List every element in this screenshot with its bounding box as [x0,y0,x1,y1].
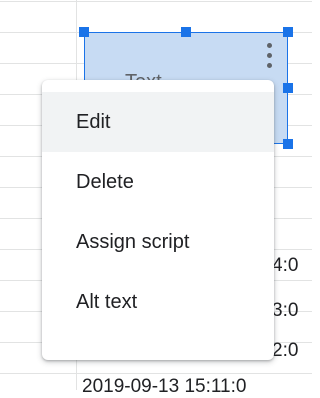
resize-handle-top-left[interactable] [79,27,89,37]
resize-handle-bottom-right[interactable] [283,139,293,149]
cell-value[interactable]: 4:0 [272,255,298,277]
menu-item-delete[interactable]: Delete [42,152,274,212]
menu-item-alt-text[interactable]: Alt text [42,272,274,332]
cell-value[interactable]: 2:0 [272,340,298,362]
menu-item-edit[interactable]: Edit [42,92,274,152]
resize-handle-top-right[interactable] [283,27,293,37]
more-vert-icon[interactable] [267,43,273,73]
row-divider [0,1,312,2]
menu-item-assign-script[interactable]: Assign script [42,212,274,272]
cell-value[interactable]: 2019-09-13 15:11:0 [82,376,246,398]
context-menu: Edit Delete Assign script Alt text [42,80,274,360]
resize-handle-top[interactable] [181,27,191,37]
row-divider [0,373,312,374]
resize-handle-right[interactable] [283,83,293,93]
cell-value[interactable]: 3:0 [272,300,298,322]
